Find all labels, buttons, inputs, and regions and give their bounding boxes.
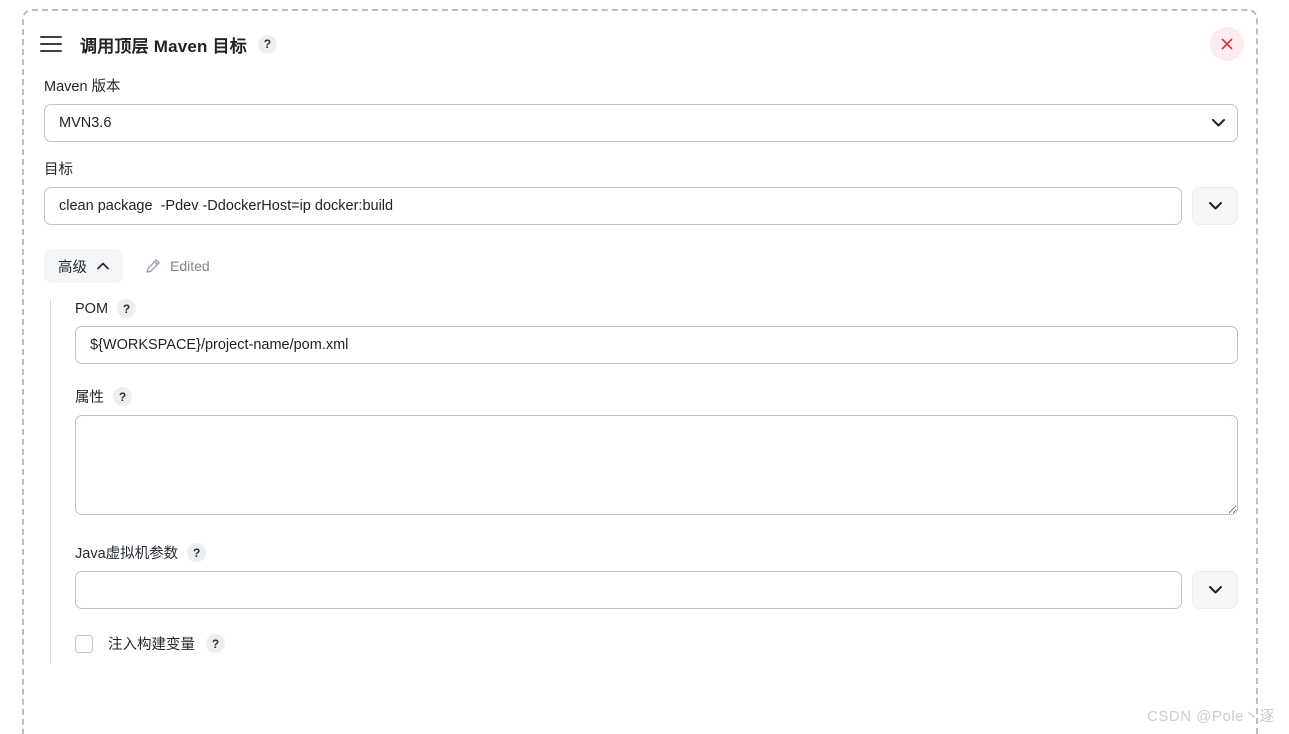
hamburger-line <box>40 36 62 38</box>
jvm-options-input-line <box>75 571 1238 609</box>
maven-version-select[interactable]: MVN3.6 <box>44 104 1238 142</box>
jvm-options-dropdown-button[interactable] <box>1192 571 1238 609</box>
maven-version-field: Maven 版本 MVN3.6 <box>34 75 1246 142</box>
pom-label-row: POM ? <box>75 299 1238 318</box>
maven-version-select-wrap: MVN3.6 <box>44 104 1238 142</box>
hamburger-line <box>40 50 62 52</box>
chevron-down-icon <box>1208 586 1222 594</box>
pom-field: POM ? <box>75 299 1246 364</box>
inject-build-vars-label: 注入构建变量 <box>108 637 195 653</box>
properties-textarea[interactable] <box>75 415 1238 515</box>
pom-help-icon[interactable]: ? <box>117 299 137 318</box>
chevron-up-icon <box>97 262 109 270</box>
inject-build-vars-label-row: 注入构建变量 ? <box>108 633 225 654</box>
pencil-icon <box>146 259 160 273</box>
inject-build-vars-checkbox[interactable] <box>75 634 93 653</box>
jvm-options-help-icon[interactable]: ? <box>187 543 207 562</box>
watermark: CSDN @Pole丶逐 <box>1147 708 1275 725</box>
inject-build-vars-row: 注入构建变量 ? <box>75 633 1246 654</box>
edited-indicator: Edited <box>145 258 210 274</box>
close-button[interactable] <box>1210 27 1244 61</box>
hamburger-icon[interactable] <box>40 36 62 52</box>
jvm-options-field: Java虚拟机参数 ? <box>75 542 1246 609</box>
maven-version-label: Maven 版本 <box>44 79 121 95</box>
advanced-toggle-label: 高级 <box>58 259 87 276</box>
hamburger-line <box>40 43 62 45</box>
advanced-section: POM ? 属性 ? Java虚拟机参数 ? <box>50 299 1246 664</box>
advanced-toggle-row: 高级 Edited <box>34 249 1246 283</box>
goals-label: 目标 <box>44 162 73 178</box>
properties-field: 属性 ? <box>75 386 1246 520</box>
properties-help-icon[interactable]: ? <box>113 387 132 406</box>
maven-step-container: 调用顶层 Maven 目标 ? Maven 版本 MVN3.6 目标 clean… <box>22 9 1258 734</box>
properties-label-row: 属性 ? <box>75 386 1238 407</box>
goals-input[interactable] <box>44 187 1182 225</box>
step-header: 调用顶层 Maven 目标 ? <box>34 27 1246 61</box>
jvm-options-input[interactable] <box>75 571 1182 609</box>
goals-input-line <box>44 187 1238 225</box>
step-help-icon[interactable]: ? <box>257 34 277 54</box>
goals-dropdown-button[interactable] <box>1192 187 1238 225</box>
page-title: 调用顶层 Maven 目标 <box>80 36 247 56</box>
pom-label: POM <box>75 300 109 317</box>
jvm-options-label: Java虚拟机参数 <box>75 546 179 562</box>
pom-input[interactable] <box>75 326 1238 364</box>
goals-field: 目标 <box>34 158 1246 225</box>
close-icon <box>1221 38 1233 50</box>
inject-build-vars-help-icon[interactable]: ? <box>206 634 225 653</box>
page-root: 调用顶层 Maven 目标 ? Maven 版本 MVN3.6 目标 clean… <box>0 0 1289 734</box>
jvm-options-label-row: Java虚拟机参数 ? <box>75 542 1238 563</box>
advanced-toggle-button[interactable]: 高级 <box>44 249 123 283</box>
chevron-down-icon <box>1208 202 1222 210</box>
edited-label: Edited <box>170 258 210 274</box>
properties-label: 属性 <box>75 390 104 406</box>
